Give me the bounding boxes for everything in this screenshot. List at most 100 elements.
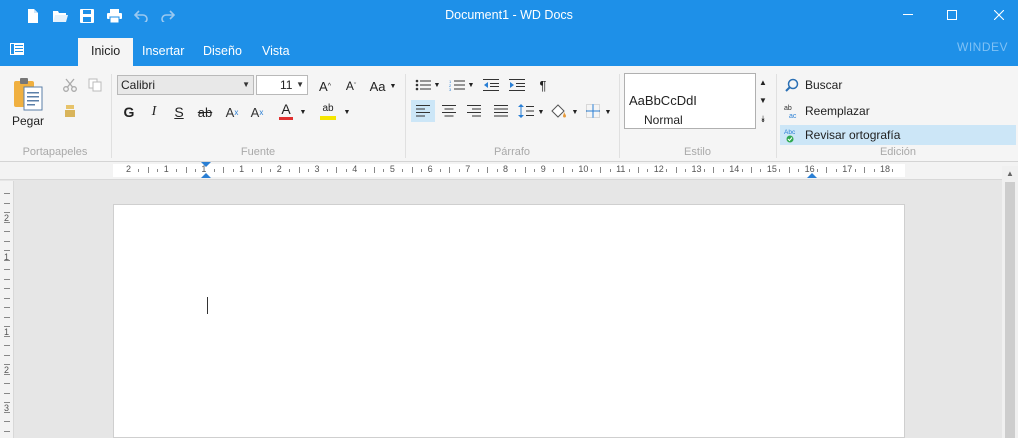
ruler-tick — [194, 169, 196, 172]
ruler-tick — [741, 169, 743, 172]
chevron-down-icon[interactable]: ▼ — [537, 104, 545, 120]
line-spacing-icon[interactable] — [516, 100, 536, 122]
ruler-tick — [4, 269, 10, 270]
numbering-icon[interactable]: 123 — [447, 76, 467, 94]
ruler-tick — [4, 221, 10, 223]
ruler-label: 14 — [729, 164, 740, 174]
ruler-tick — [383, 169, 385, 172]
ruler-tick — [251, 169, 253, 172]
ruler-tick — [411, 167, 413, 173]
strikethrough-icon[interactable]: ab — [195, 102, 215, 122]
grow-font-icon[interactable]: A ^ — [316, 76, 334, 96]
ruler-tick — [562, 167, 564, 173]
ruler-tick — [4, 364, 10, 365]
copy-icon[interactable] — [87, 77, 103, 93]
chevron-down-icon[interactable]: ▼ — [342, 104, 352, 120]
increase-indent-icon[interactable] — [507, 76, 527, 94]
italic-icon[interactable]: I — [145, 102, 163, 122]
highlight-icon[interactable]: ab — [318, 100, 338, 122]
chevron-down-icon[interactable]: ▼ — [467, 77, 475, 93]
bullets-icon[interactable] — [413, 76, 433, 94]
ruler-tick — [590, 169, 592, 172]
scroll-thumb[interactable] — [1005, 182, 1015, 438]
subscript-icon[interactable]: Ax — [222, 102, 242, 122]
font-family-select[interactable]: Calibri ▼ — [117, 75, 254, 95]
superscript-icon[interactable]: Ax — [247, 102, 267, 122]
style-gallery[interactable]: AaBbCcDdI Normal — [624, 73, 756, 129]
format-painter-icon[interactable] — [62, 103, 78, 119]
font-size-select[interactable]: 11 ▼ — [256, 75, 308, 95]
ruler-tick — [553, 169, 555, 172]
ruler-tick — [609, 169, 611, 172]
svg-text:ab: ab — [784, 105, 792, 112]
ruler-tick — [4, 411, 10, 413]
maximize-button[interactable] — [929, 0, 975, 30]
horizontal-ruler[interactable]: 2 1 1 1 2 3 4 5 6 7 8 9 10 11 12 13 14 15 16 17 18 — [0, 162, 1018, 180]
ruler-tick — [4, 392, 10, 394]
ruler-tick — [176, 169, 178, 172]
ruler-tick — [892, 169, 894, 172]
font-family-value: Calibri — [121, 78, 156, 92]
app-menu-icon[interactable] — [10, 43, 24, 58]
tab-inicio[interactable]: Inicio — [78, 38, 134, 66]
paste-button[interactable]: Pegar — [4, 114, 52, 128]
chevron-down-icon[interactable]: ▼ — [604, 104, 612, 120]
ruler-tick — [524, 167, 526, 173]
ruler-tick — [4, 231, 10, 232]
bold-icon[interactable]: G — [120, 102, 138, 122]
change-case-button[interactable]: Aa ▼ — [368, 76, 398, 96]
ruler-label: 1 — [201, 164, 207, 174]
borders-icon[interactable] — [582, 100, 604, 122]
ruler-label: 8 — [503, 164, 509, 174]
justify-icon[interactable] — [490, 100, 512, 122]
ruler-tick — [4, 354, 10, 356]
cut-icon[interactable] — [62, 77, 78, 93]
ruler-tick — [4, 421, 10, 422]
chevron-down-icon[interactable]: ▼ — [571, 104, 579, 120]
vertical-ruler[interactable]: 21123 — [0, 181, 14, 438]
shrink-font-icon[interactable]: Aˇ — [342, 76, 360, 96]
spellcheck-button[interactable]: Abc Revisar ortografía — [780, 125, 1016, 145]
gallery-up-icon[interactable]: ▲ — [757, 75, 769, 89]
ruler-tick — [4, 335, 10, 337]
find-button[interactable]: Buscar — [780, 75, 1016, 95]
ruler-tick — [336, 167, 338, 173]
minimize-button[interactable] — [885, 0, 931, 30]
align-center-icon[interactable] — [438, 100, 460, 122]
separator — [776, 74, 777, 158]
ruler-tick — [487, 167, 489, 173]
ruler-tick — [477, 169, 479, 172]
ruler-tick — [788, 167, 790, 173]
ruler-tick — [138, 169, 140, 172]
shading-icon[interactable] — [548, 100, 570, 122]
paste-icon[interactable] — [10, 76, 46, 112]
style-group-label: Estilo — [684, 146, 711, 158]
chevron-down-icon[interactable]: ▼ — [433, 77, 441, 93]
ruler-tick — [600, 167, 602, 173]
gallery-down-icon[interactable]: ▼ — [757, 93, 769, 107]
underline-icon[interactable]: S — [170, 102, 188, 122]
scroll-up-icon[interactable]: ▲ — [1002, 166, 1018, 180]
ruler-tick — [685, 169, 687, 172]
ruler-tick — [854, 169, 856, 172]
tab-diseno[interactable]: Diseño — [190, 38, 255, 66]
ruler-label: 13 — [691, 164, 702, 174]
ruler-label: 10 — [578, 164, 589, 174]
tab-vista[interactable]: Vista — [249, 38, 303, 66]
font-color-icon[interactable]: A — [277, 100, 295, 122]
ruler-tick — [289, 169, 291, 172]
align-right-icon[interactable] — [463, 100, 485, 122]
vertical-scrollbar[interactable]: ▲ — [1002, 166, 1018, 438]
ruler-tick — [703, 169, 705, 172]
ruler-tick — [4, 278, 10, 280]
decrease-indent-icon[interactable] — [481, 76, 501, 94]
close-button[interactable] — [976, 0, 1018, 30]
replace-button[interactable]: ab ac Reemplazar — [780, 101, 1016, 121]
gallery-more-icon[interactable]: ⯯ — [757, 112, 769, 126]
tab-insertar[interactable]: Insertar — [129, 38, 197, 66]
chevron-down-icon[interactable]: ▼ — [298, 104, 308, 120]
document-page[interactable] — [113, 204, 905, 438]
spellcheck-icon: Abc — [784, 127, 800, 143]
pilcrow-icon[interactable]: ¶ — [534, 76, 552, 94]
align-left-icon[interactable] — [411, 100, 435, 122]
